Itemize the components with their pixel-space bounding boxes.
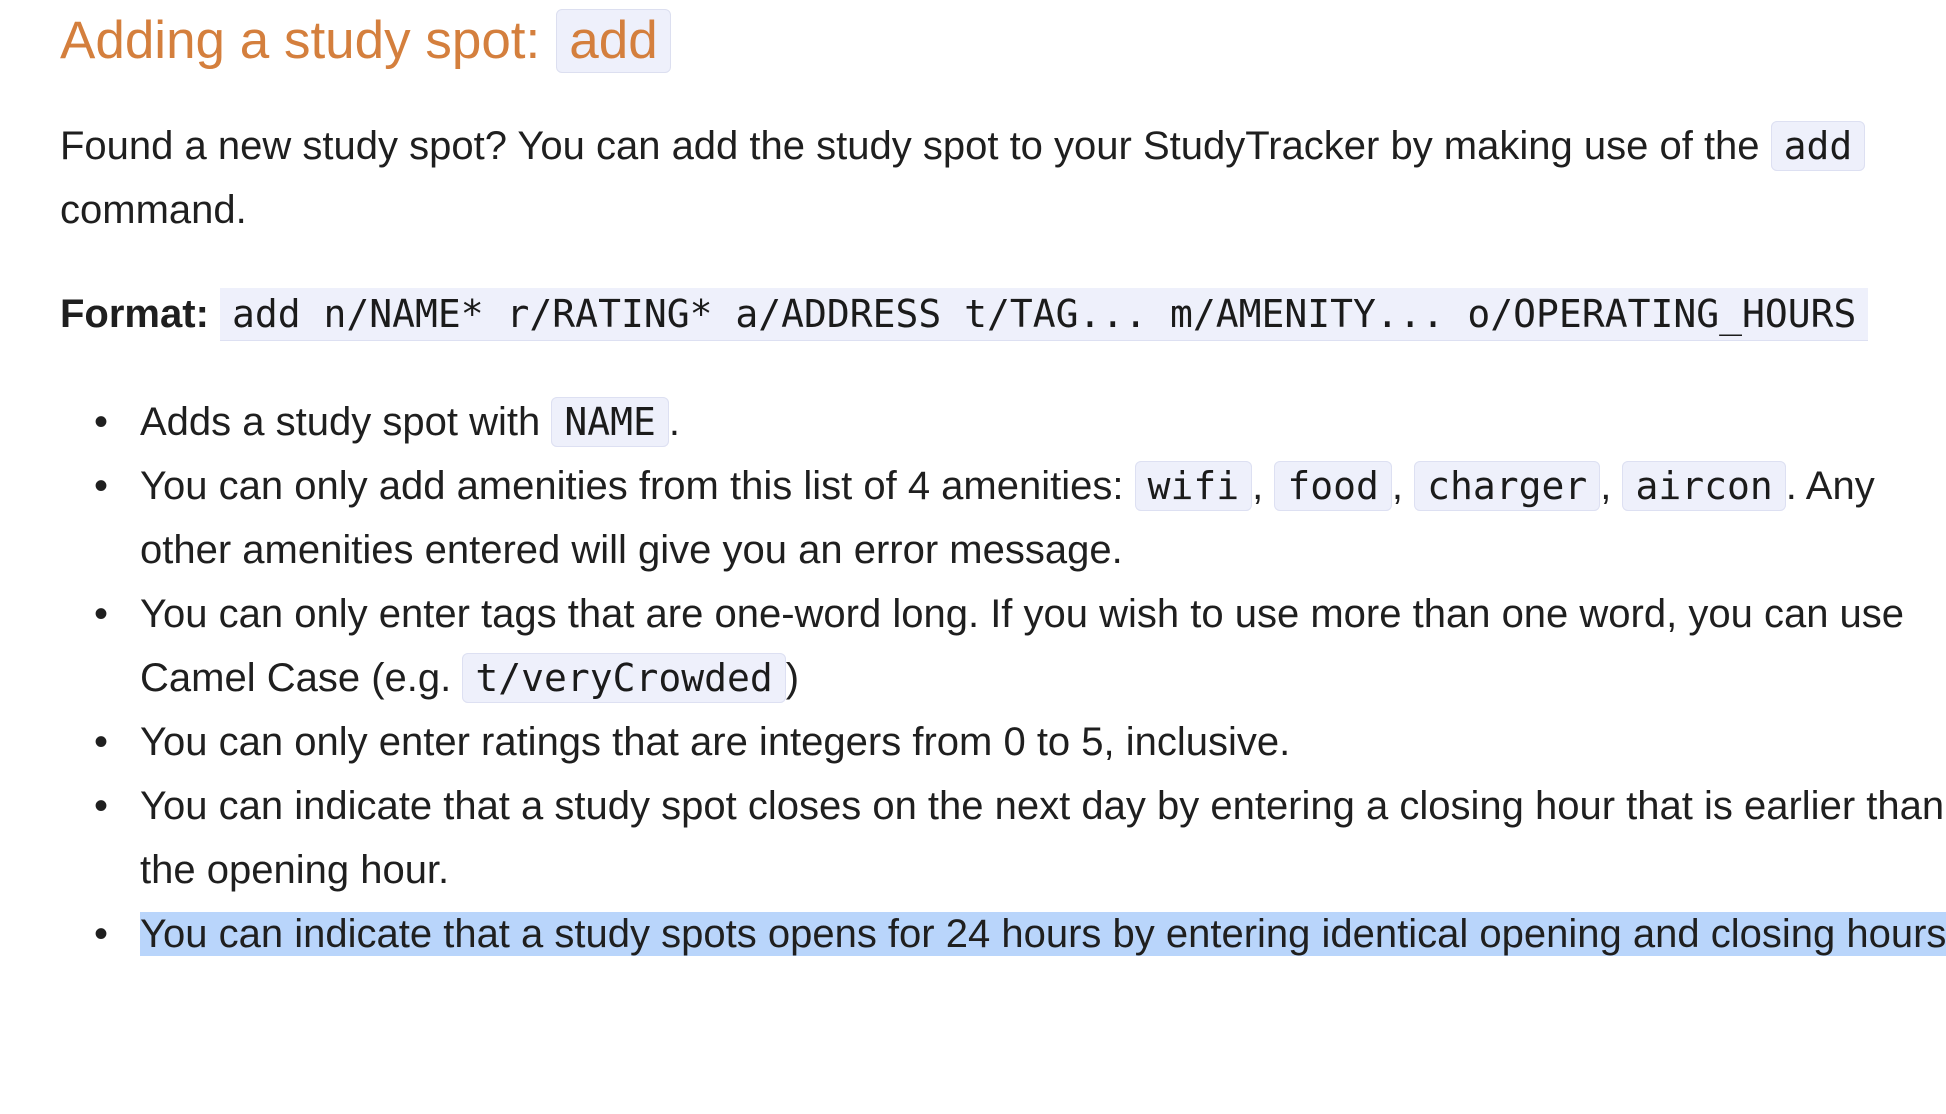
- inline-code-name: NAME: [551, 397, 669, 447]
- format-line: Format: add n/NAME* r/RATING* a/ADDRESS …: [60, 282, 1920, 346]
- content-page: Adding a study spot: add Found a new stu…: [60, 0, 1946, 966]
- bullet-glyph: •: [94, 400, 109, 444]
- section-heading-text: Adding a study spot:: [60, 10, 541, 70]
- intro-text-2: command.: [60, 188, 247, 232]
- inline-code-charger: charger: [1414, 461, 1601, 511]
- list-item-24-hours: • You can indicate that a study spots ope…: [94, 902, 1946, 966]
- bullet-glyph: •: [94, 784, 109, 828]
- section-heading: Adding a study spot: add: [60, 0, 1920, 76]
- list-item-amenities: • You can only add amenities from this li…: [94, 454, 1946, 582]
- inline-code-tag-example: t/veryCrowded: [462, 653, 786, 703]
- list-item-text: You can indicate that a study spot close…: [140, 784, 1945, 892]
- format-label: Format:: [60, 292, 209, 336]
- intro-paragraph: Found a new study spot? You can add the …: [60, 114, 1890, 242]
- rules-list: • Adds a study spot with NAME. • You can o…: [60, 390, 1946, 966]
- intro-text-1: Found a new study spot? You can add the …: [60, 124, 1771, 168]
- bullet-glyph: •: [94, 592, 109, 636]
- inline-code-food: food: [1274, 461, 1392, 511]
- separator: ,: [1391, 464, 1415, 508]
- list-item-text: You can only add amenities from this lis…: [140, 464, 1135, 508]
- list-item-text: You can only enter tags that are one-wor…: [140, 592, 1905, 700]
- list-item-name: • Adds a study spot with NAME.: [94, 390, 1946, 454]
- list-item-text: .: [668, 400, 680, 444]
- list-item-text: ): [785, 656, 800, 700]
- list-item-text: You can only enter ratings that are inte…: [140, 720, 1291, 764]
- list-item-ratings: • You can only enter ratings that are int…: [94, 710, 1946, 774]
- list-item-text: Adds a study spot with: [140, 400, 552, 444]
- separator: ,: [1600, 464, 1623, 508]
- bullet-glyph: •: [94, 720, 109, 764]
- inline-code-aircon: aircon: [1622, 461, 1786, 511]
- separator: ,: [1252, 464, 1275, 508]
- intro-code-add: add: [1770, 121, 1866, 171]
- bullet-glyph: •: [94, 912, 109, 956]
- list-item-tags: • You can only enter tags that are one-wo…: [94, 582, 1946, 710]
- list-item-closing: • You can indicate that a study spot clos…: [94, 774, 1946, 902]
- format-code: add n/NAME* r/RATING* a/ADDRESS t/TAG...…: [220, 288, 1869, 341]
- selected-text[interactable]: You can indicate that a study spots open…: [140, 912, 1946, 956]
- inline-code-wifi: wifi: [1134, 461, 1253, 511]
- section-heading-code: add: [556, 8, 671, 74]
- bullet-glyph: •: [94, 464, 109, 508]
